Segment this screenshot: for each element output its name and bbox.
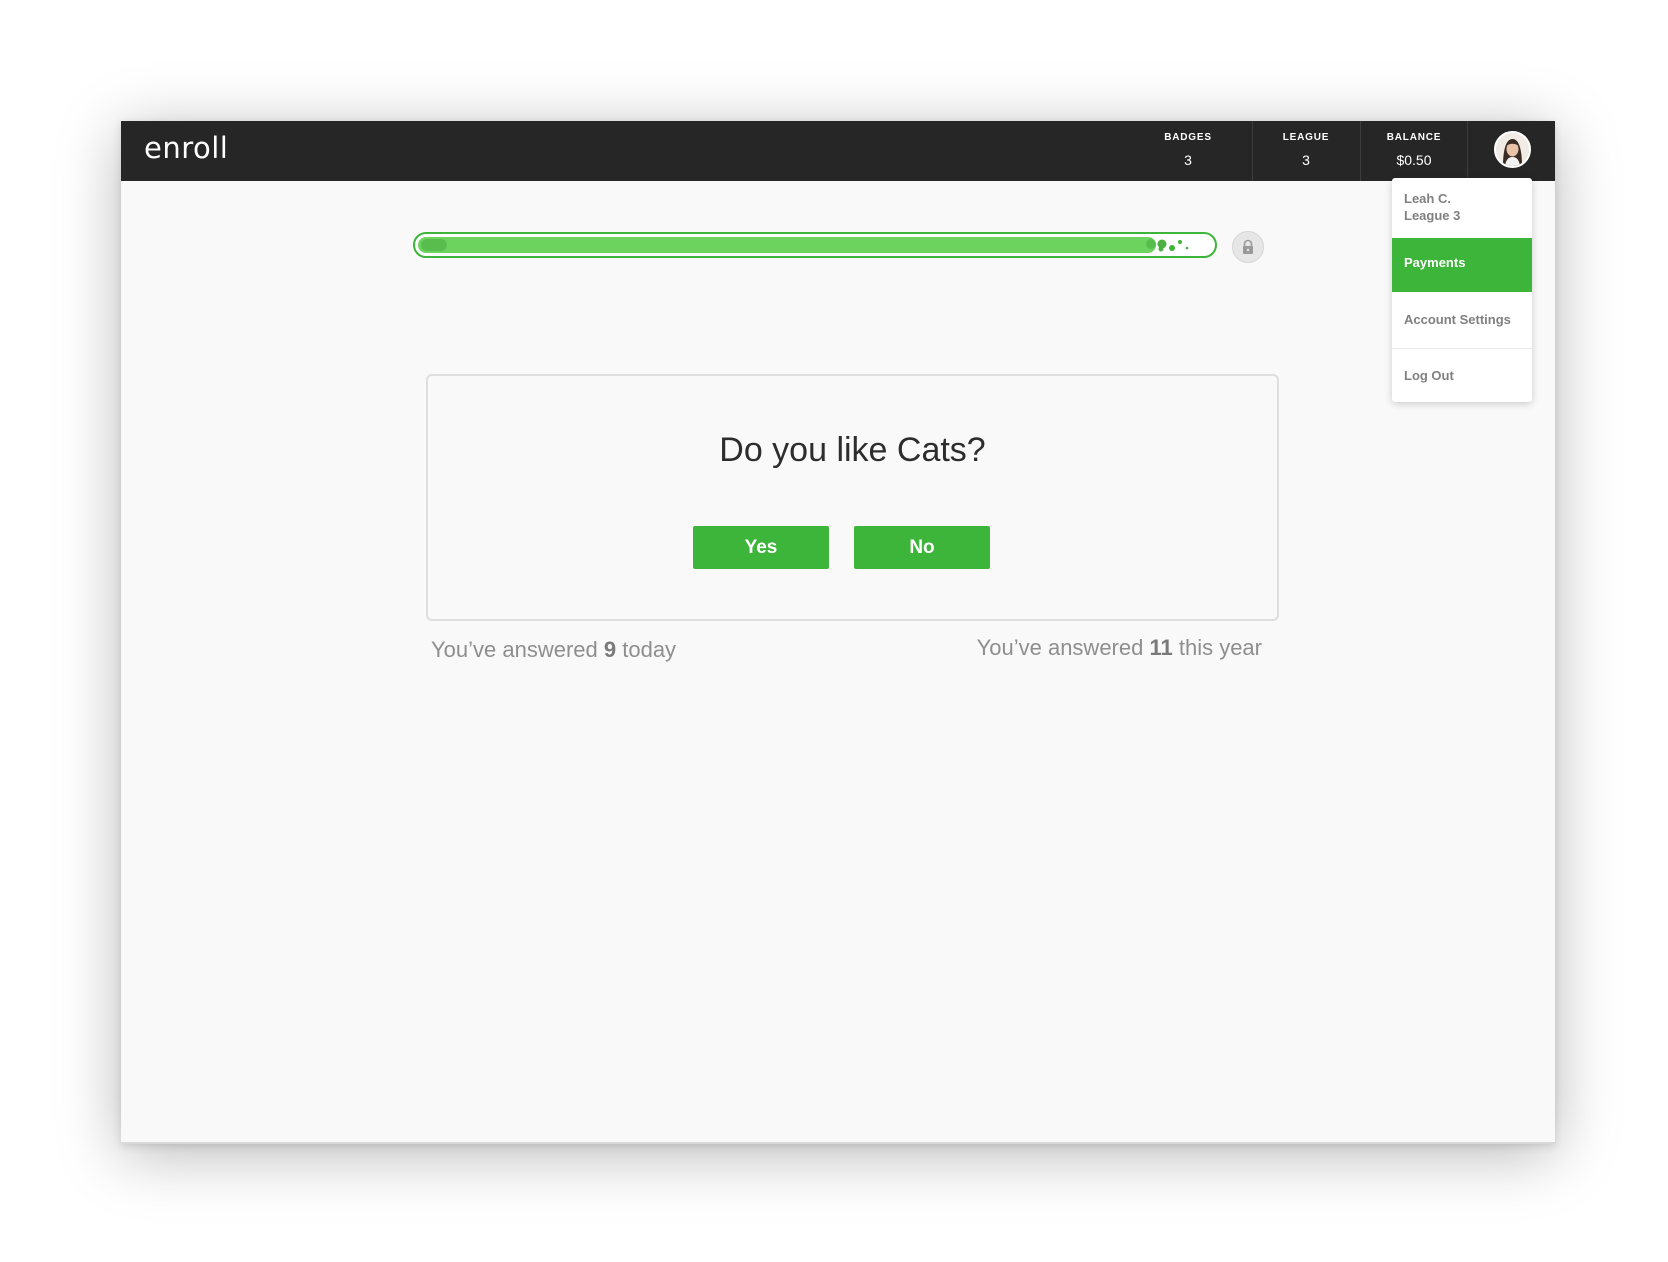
user-avatar[interactable] bbox=[1494, 131, 1531, 168]
menu-item-log-out[interactable]: Log Out bbox=[1392, 349, 1532, 402]
lock-icon bbox=[1232, 231, 1264, 263]
progress-bar-fill bbox=[418, 237, 1156, 253]
app-logo[interactable]: enroll bbox=[144, 131, 228, 165]
badges-label: BADGES bbox=[1164, 132, 1212, 143]
menu-item-payments[interactable]: Payments bbox=[1392, 238, 1532, 292]
league-label: LEAGUE bbox=[1282, 132, 1330, 143]
menu-user-name: Leah C. bbox=[1404, 191, 1451, 206]
question-text: Do you like Cats? bbox=[719, 431, 986, 469]
answered-today: You’ve answered 9 today bbox=[431, 637, 676, 663]
answered-year-count: 11 bbox=[1149, 635, 1173, 660]
avatar-icon bbox=[1496, 133, 1529, 166]
answered-year-suffix: this year bbox=[1172, 635, 1262, 660]
badges-value: 3 bbox=[1184, 152, 1192, 168]
yes-button[interactable]: Yes bbox=[693, 526, 829, 569]
app-window: enroll BADGES 3 LEAGUE 3 BALANCE $0.50 L… bbox=[121, 121, 1555, 1144]
no-button[interactable]: No bbox=[854, 526, 990, 569]
balance-stat[interactable]: BALANCE $0.50 bbox=[1361, 121, 1467, 181]
answered-today-suffix: today bbox=[616, 637, 677, 662]
badges-stat[interactable]: BADGES 3 bbox=[1131, 121, 1245, 181]
menu-item-account-settings[interactable]: Account Settings bbox=[1392, 292, 1532, 348]
answered-year-prefix: You’ve answered bbox=[976, 635, 1150, 660]
answered-today-count: 9 bbox=[603, 637, 617, 662]
answered-this-year: You’ve answered 11 this year bbox=[977, 635, 1262, 661]
progress-bar bbox=[413, 232, 1217, 258]
progress-sparkle-icon bbox=[1146, 239, 1189, 252]
menu-user-league: League 3 bbox=[1404, 208, 1461, 223]
balance-label: BALANCE bbox=[1386, 132, 1442, 143]
progress-start-cap bbox=[421, 239, 447, 251]
balance-value: $0.50 bbox=[1396, 152, 1432, 168]
user-dropdown-menu: Leah C. League 3 Payments Account Settin… bbox=[1392, 178, 1532, 402]
league-value: 3 bbox=[1302, 152, 1310, 168]
menu-user-info: Leah C. League 3 bbox=[1404, 190, 1460, 224]
question-card: Do you like Cats? Yes No bbox=[426, 374, 1279, 621]
league-stat[interactable]: LEAGUE 3 bbox=[1253, 121, 1359, 181]
stat-divider bbox=[1467, 121, 1468, 181]
top-bar: enroll BADGES 3 LEAGUE 3 BALANCE $0.50 bbox=[121, 121, 1555, 181]
answered-today-prefix: You’ve answered bbox=[431, 637, 604, 662]
